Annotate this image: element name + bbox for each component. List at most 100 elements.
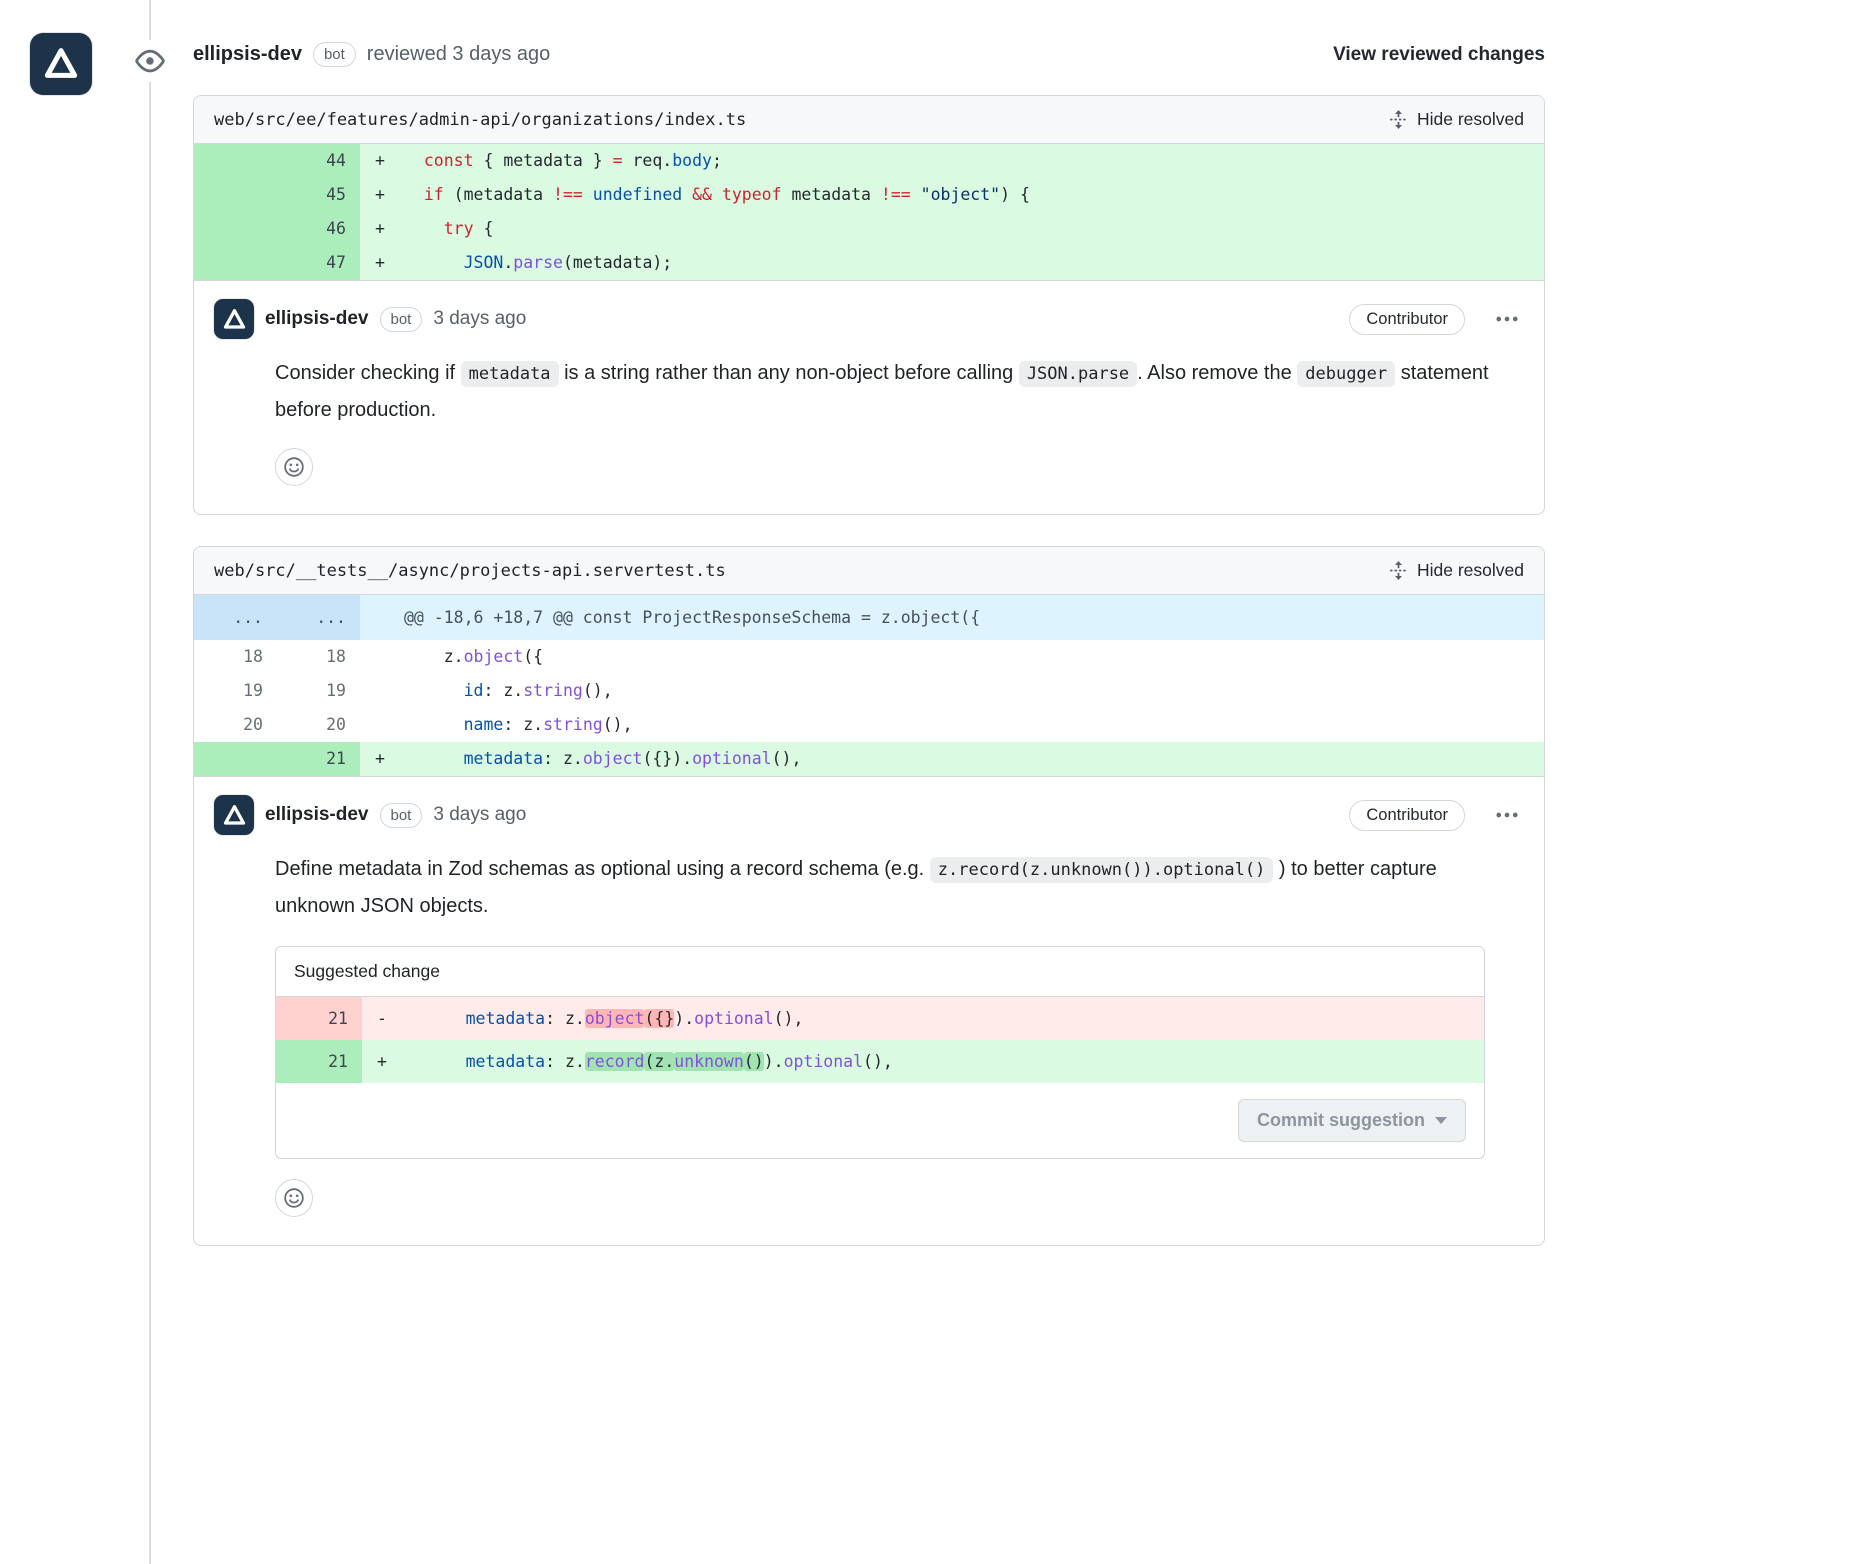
comment-timestamp[interactable]: 3 days ago: [433, 308, 526, 330]
comment-header: ellipsis-dev bot 3 days ago Contributor: [214, 795, 1524, 835]
commit-suggestion-label: Commit suggestion: [1257, 1110, 1425, 1131]
comment-author-avatar[interactable]: [214, 795, 254, 835]
pr-review-timeline: ellipsis-dev bot reviewed 3 days ago Vie…: [0, 0, 1858, 1564]
diff-sign: +: [360, 212, 404, 246]
line-number[interactable]: [194, 212, 277, 246]
diff-sign: -: [362, 997, 406, 1040]
inline-code: metadata: [461, 361, 559, 387]
add-reaction-button[interactable]: [275, 1179, 313, 1217]
reviewer-name[interactable]: ellipsis-dev: [193, 43, 302, 66]
line-number[interactable]: 20: [277, 708, 360, 742]
line-number[interactable]: [194, 742, 277, 776]
line-number[interactable]: 45: [277, 178, 360, 212]
line-number[interactable]: 18: [194, 640, 277, 674]
diff-line-ctx: 2020 name: z.string(),: [194, 708, 1544, 742]
comment-body: Define metadata in Zod schemas as option…: [275, 851, 1494, 924]
file-path-link[interactable]: web/src/__tests__/async/projects-api.ser…: [214, 561, 726, 581]
comment-header: ellipsis-dev bot 3 days ago Contributor: [214, 299, 1524, 339]
review-comment: ellipsis-dev bot 3 days ago Contributor …: [194, 280, 1544, 514]
code-line: const { metadata } = req.body;: [404, 144, 1544, 178]
diff-line-add: 47+ JSON.parse(metadata);: [194, 246, 1544, 280]
review-meta: reviewed 3 days ago: [367, 43, 550, 66]
hide-resolved-label: Hide resolved: [1417, 109, 1524, 130]
line-number[interactable]: 19: [194, 674, 277, 708]
code-line: metadata: z.object({}).optional(),: [404, 742, 1544, 776]
unfold-icon: [1389, 561, 1408, 580]
suggested-change-title: Suggested change: [276, 947, 1484, 997]
file-header: web/src/__tests__/async/projects-api.ser…: [194, 547, 1544, 595]
diff-line-add: 44+ const { metadata } = req.body;: [194, 144, 1544, 178]
commit-suggestion-button[interactable]: Commit suggestion: [1238, 1099, 1466, 1142]
unfold-icon: [1389, 110, 1408, 129]
diff-line-ctx: 1818 z.object({: [194, 640, 1544, 674]
comment-author-avatar[interactable]: [214, 299, 254, 339]
line-number[interactable]: ...: [277, 595, 360, 640]
review-thread-card: web/src/__tests__/async/projects-api.ser…: [193, 546, 1545, 1246]
reviewer-avatar[interactable]: [30, 33, 92, 95]
code-line: id: z.string(),: [404, 674, 1544, 708]
line-number[interactable]: [194, 178, 277, 212]
file-header: web/src/ee/features/admin-api/organizati…: [194, 96, 1544, 144]
line-number[interactable]: 21: [276, 997, 362, 1040]
line-number[interactable]: 46: [277, 212, 360, 246]
comment-body: Consider checking if metadata is a strin…: [275, 355, 1494, 428]
file-path-link[interactable]: web/src/ee/features/admin-api/organizati…: [214, 110, 746, 130]
diff-sign: +: [360, 246, 404, 280]
line-number[interactable]: [194, 246, 277, 280]
diff-sign: [360, 640, 404, 674]
inline-code: z.record(z.unknown()).optional(): [930, 857, 1274, 883]
line-number[interactable]: 47: [277, 246, 360, 280]
ellipsis-logo-icon: [42, 45, 80, 83]
inline-code: JSON.parse: [1019, 361, 1137, 387]
diff-block: ...... @@ -18,6 +18,7 @@ const ProjectRes…: [194, 595, 1544, 776]
diff-line-add: 45+ if (metadata !== undefined && typeof…: [194, 178, 1544, 212]
kebab-menu-button[interactable]: [1490, 807, 1524, 823]
comment-author-name[interactable]: ellipsis-dev: [265, 804, 369, 826]
code-line: z.object({: [404, 640, 1544, 674]
diff-line-ctx: 1919 id: z.string(),: [194, 674, 1544, 708]
diff-block: 44+ const { metadata } = req.body;45+ if…: [194, 144, 1544, 280]
bot-badge: bot: [380, 803, 423, 828]
code-line: metadata: z.record(z.unknown()).optional…: [406, 1040, 1484, 1083]
line-number[interactable]: 44: [277, 144, 360, 178]
code-line: if (metadata !== undefined && typeof met…: [404, 178, 1544, 212]
inline-code: debugger: [1297, 361, 1395, 387]
comment-timestamp[interactable]: 3 days ago: [433, 804, 526, 826]
hide-resolved-label: Hide resolved: [1417, 560, 1524, 581]
diff-sign: [360, 595, 404, 640]
review-header: ellipsis-dev bot reviewed 3 days ago Vie…: [193, 0, 1545, 95]
diff-line-hunk: ...... @@ -18,6 +18,7 @@ const ProjectRes…: [194, 595, 1544, 640]
kebab-menu-button[interactable]: [1490, 311, 1524, 327]
suggestion-diff: 21- metadata: z.object({}).optional(),21…: [276, 997, 1484, 1083]
hide-resolved-button[interactable]: Hide resolved: [1389, 560, 1524, 581]
add-reaction-button[interactable]: [275, 448, 313, 486]
diff-line-add: 21+ metadata: z.record(z.unknown()).opti…: [276, 1040, 1484, 1083]
diff-sign: +: [360, 144, 404, 178]
bot-badge: bot: [313, 42, 356, 67]
comment-author-name[interactable]: ellipsis-dev: [265, 308, 369, 330]
line-number[interactable]: 18: [277, 640, 360, 674]
code-line: @@ -18,6 +18,7 @@ const ProjectResponseS…: [404, 595, 1544, 640]
line-number[interactable]: [194, 144, 277, 178]
view-reviewed-changes-link[interactable]: View reviewed changes: [1333, 44, 1545, 66]
hide-resolved-button[interactable]: Hide resolved: [1389, 109, 1524, 130]
line-number[interactable]: 21: [276, 1040, 362, 1083]
caret-down-icon: [1435, 1117, 1447, 1124]
line-number[interactable]: 19: [277, 674, 360, 708]
diff-line-del: 21- metadata: z.object({}).optional(),: [276, 997, 1484, 1040]
review-comment: ellipsis-dev bot 3 days ago Contributor …: [194, 776, 1544, 1245]
diff-sign: +: [360, 178, 404, 212]
code-line: name: z.string(),: [404, 708, 1544, 742]
suggestion-footer: Commit suggestion: [276, 1083, 1484, 1158]
review-eye-icon: [127, 40, 173, 82]
contributor-badge: Contributor: [1349, 304, 1465, 335]
line-number[interactable]: ...: [194, 595, 277, 640]
diff-sign: +: [360, 742, 404, 776]
line-number[interactable]: 21: [277, 742, 360, 776]
bot-badge: bot: [380, 307, 423, 332]
suggested-change-block: Suggested change 21- metadata: z.object(…: [275, 946, 1485, 1159]
diff-sign: +: [362, 1040, 406, 1083]
line-number[interactable]: 20: [194, 708, 277, 742]
code-line: JSON.parse(metadata);: [404, 246, 1544, 280]
contributor-badge: Contributor: [1349, 800, 1465, 831]
